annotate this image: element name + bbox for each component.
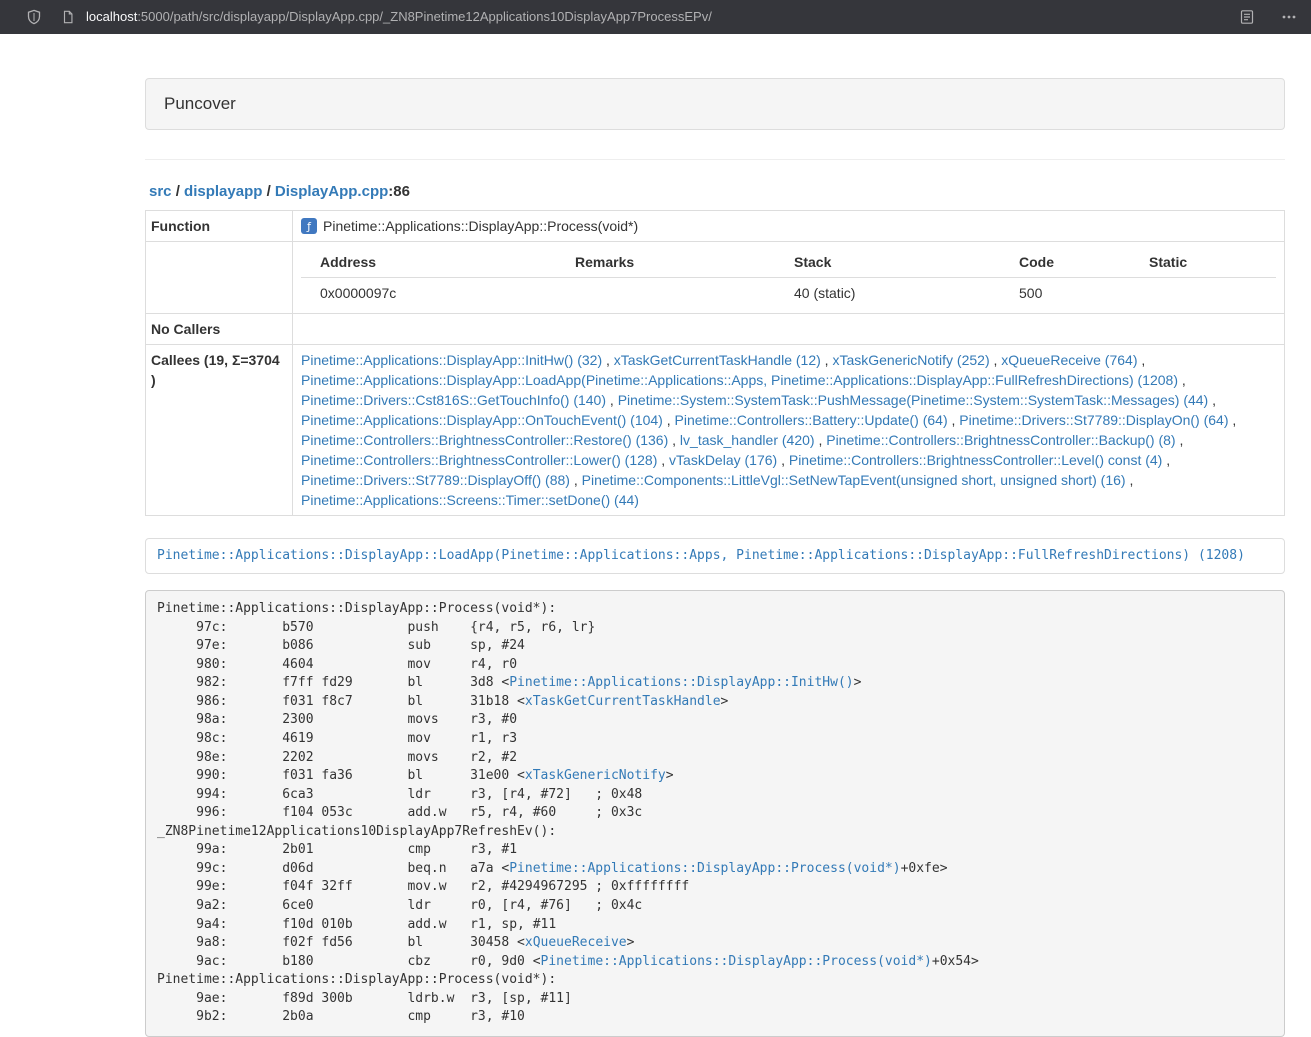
breadcrumb-line-number: :86 <box>388 183 410 200</box>
breadcrumb-link[interactable]: src <box>149 183 172 200</box>
callee-link[interactable]: Pinetime::Applications::DisplayApp::Init… <box>301 352 602 368</box>
url-path: :5000/path/src/displayapp/DisplayApp.cpp… <box>137 9 712 24</box>
callee-link[interactable]: Pinetime::Controllers::Battery::Update()… <box>675 412 948 428</box>
toolbar-actions <box>1237 7 1299 27</box>
callee-link[interactable]: Pinetime::Applications::DisplayApp::Load… <box>301 372 1178 388</box>
stats-values: 0x0000097c 40 (static) 500 <box>301 278 1276 308</box>
callee-link[interactable]: xTaskGenericNotify (252) <box>832 352 989 368</box>
column-header-static: Static <box>1130 247 1276 278</box>
disassembly-symbol-link[interactable]: Pinetime::Applications::DisplayApp::Proc… <box>509 861 900 876</box>
callee-link[interactable]: xTaskGetCurrentTaskHandle (12) <box>614 352 821 368</box>
function-row: Function ƒ Pinetime::Applications::Displ… <box>146 211 1285 242</box>
stats-cell: Address Remarks Stack Code Static 0x0000… <box>293 242 1285 314</box>
column-header-stack: Stack <box>775 247 1000 278</box>
page-icon[interactable] <box>58 7 78 27</box>
page-title: Puncover <box>164 94 236 113</box>
browser-toolbar: localhost:5000/path/src/displayapp/Displ… <box>0 0 1311 34</box>
reader-view-icon[interactable] <box>1237 7 1257 27</box>
url-host: localhost <box>86 9 137 24</box>
function-label: Function <box>146 211 293 242</box>
callee-link[interactable]: Pinetime::Controllers::BrightnessControl… <box>301 452 657 468</box>
function-name: Pinetime::Applications::DisplayApp::Proc… <box>323 218 638 234</box>
breadcrumb-link[interactable]: displayapp <box>184 183 262 200</box>
code-size-value: 500 <box>1000 278 1130 308</box>
no-callers-row: No Callers <box>146 314 1285 345</box>
callees-cell: Pinetime::Applications::DisplayApp::Init… <box>293 345 1285 516</box>
divider <box>145 159 1285 160</box>
function-icon: ƒ <box>301 218 317 234</box>
url-text: localhost:5000/path/src/displayapp/Displ… <box>86 7 712 27</box>
static-value <box>1130 278 1276 308</box>
callee-link[interactable]: Pinetime::Controllers::BrightnessControl… <box>826 432 1175 448</box>
stack-value: 40 (static) <box>775 278 1000 308</box>
address-value: 0x0000097c <box>301 278 556 308</box>
callee-link[interactable]: Pinetime::System::SystemTask::PushMessag… <box>618 392 1209 408</box>
function-name-cell: ƒ Pinetime::Applications::DisplayApp::Pr… <box>293 211 1285 242</box>
callees-row: Callees (19, Σ=3704 ) Pinetime::Applicat… <box>146 345 1285 516</box>
stats-row: Address Remarks Stack Code Static 0x0000… <box>146 242 1285 314</box>
app-header-panel: Puncover <box>145 78 1285 130</box>
callee-link[interactable]: xQueueReceive (764) <box>1001 352 1137 368</box>
breadcrumb: src / displayapp / DisplayApp.cpp:86 <box>145 182 1285 202</box>
column-header-code: Code <box>1000 247 1130 278</box>
empty-label-cell <box>146 242 293 314</box>
tracking-protection-shield-icon[interactable] <box>24 7 44 27</box>
callee-link[interactable]: Pinetime::Controllers::BrightnessControl… <box>789 452 1162 468</box>
callee-link[interactable]: vTaskDelay (176) <box>669 452 777 468</box>
breadcrumb-separator: / <box>262 183 275 200</box>
page-actions-menu-icon[interactable] <box>1279 7 1299 27</box>
remarks-value <box>556 278 775 308</box>
disassembly-block: Pinetime::Applications::DisplayApp::Proc… <box>145 590 1285 1037</box>
disassembly-symbol-link[interactable]: Pinetime::Applications::DisplayApp::Proc… <box>541 954 932 969</box>
callees-label: Callees (19, Σ=3704 ) <box>146 345 293 516</box>
disassembly-symbol-link[interactable]: xQueueReceive <box>525 935 627 950</box>
callee-link[interactable]: Pinetime::Components::LittleVgl::SetNewT… <box>582 472 1126 488</box>
callee-link[interactable]: Pinetime::Drivers::St7789::DisplayOn() (… <box>959 412 1228 428</box>
column-header-address: Address <box>301 247 556 278</box>
url-bar[interactable]: localhost:5000/path/src/displayapp/Displ… <box>58 7 1219 27</box>
callee-link[interactable]: Pinetime::Applications::DisplayApp::OnTo… <box>301 412 663 428</box>
selected-symbol-box: Pinetime::Applications::DisplayApp::Load… <box>145 538 1285 574</box>
no-callers-label: No Callers <box>146 314 293 345</box>
stats-header: Address Remarks Stack Code Static <box>301 247 1276 278</box>
callee-link[interactable]: Pinetime::Controllers::BrightnessControl… <box>301 432 668 448</box>
disassembly-symbol-link[interactable]: Pinetime::Applications::DisplayApp::Init… <box>509 675 853 690</box>
disassembly-symbol-link[interactable]: xTaskGenericNotify <box>525 768 666 783</box>
breadcrumb-link[interactable]: DisplayApp.cpp <box>275 183 388 200</box>
callee-link[interactable]: Pinetime::Applications::Screens::Timer::… <box>301 492 639 508</box>
column-header-remarks: Remarks <box>556 247 775 278</box>
main-content: Puncover src / displayapp / DisplayApp.c… <box>145 78 1285 1037</box>
disassembly-symbol-link[interactable]: xTaskGetCurrentTaskHandle <box>525 694 721 709</box>
callers-cell <box>293 314 1285 345</box>
callee-link[interactable]: Pinetime::Drivers::Cst816S::GetTouchInfo… <box>301 392 606 408</box>
selected-symbol-link[interactable]: Pinetime::Applications::DisplayApp::Load… <box>157 548 1245 563</box>
function-table: Function ƒ Pinetime::Applications::Displ… <box>145 210 1285 516</box>
breadcrumb-separator: / <box>172 183 185 200</box>
callee-link[interactable]: lv_task_handler (420) <box>680 432 815 448</box>
callee-link[interactable]: Pinetime::Drivers::St7789::DisplayOff() … <box>301 472 570 488</box>
